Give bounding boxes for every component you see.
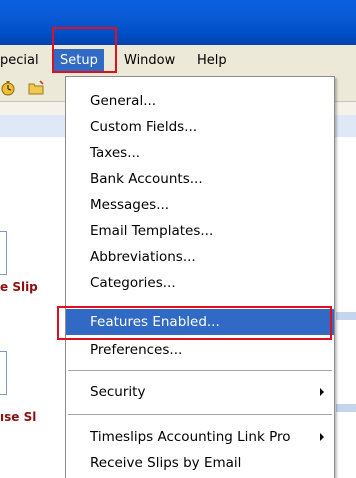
submenu-arrow-icon (320, 433, 324, 441)
menu-item-label: Abbreviations... (90, 249, 196, 265)
menu-item-label: General... (90, 93, 157, 109)
menu-item-label: Taxes... (90, 145, 141, 161)
menu-item-categories[interactable]: Categories... (66, 270, 334, 296)
menu-separator (68, 370, 332, 371)
menu-item-bank-accounts[interactable]: Bank Accounts... (66, 166, 334, 192)
menu-item-email-templates[interactable]: Email Templates... (66, 218, 334, 244)
menu-item-label: Email Templates... (90, 223, 214, 239)
annotation-highlight-setup (52, 27, 117, 73)
menu-item-preferences[interactable]: Preferences... (66, 337, 334, 363)
folder-icon[interactable] (28, 80, 45, 96)
screenshot-root: pecial Setup Window Help e Slip ıse Sl G (0, 0, 356, 478)
menu-item-label: Messages... (90, 197, 170, 213)
background-control[interactable] (0, 231, 7, 275)
menu-item-taxes[interactable]: Taxes... (66, 140, 334, 166)
background-bar (336, 404, 356, 412)
setup-dropdown-menu: General... Custom Fields... Taxes... Ban… (65, 76, 335, 478)
menu-item-receive-slips-by-email[interactable]: Receive Slips by Email (66, 450, 334, 476)
menu-item-custom-fields[interactable]: Custom Fields... (66, 114, 334, 140)
menu-help[interactable]: Help (197, 51, 227, 71)
background-label: e Slip (0, 280, 38, 294)
background-control[interactable] (0, 351, 7, 395)
menu-item-label: Timeslips Accounting Link Pro (90, 429, 291, 445)
menu-item-label: Categories... (90, 275, 176, 291)
menu-item-label: Bank Accounts... (90, 171, 203, 187)
background-label: ıse Sl (0, 410, 37, 424)
menu-item-label: Receive Slips by Email (90, 455, 242, 471)
submenu-arrow-icon (320, 388, 324, 396)
menu-special[interactable]: pecial (0, 51, 39, 71)
background-bar (336, 312, 356, 320)
menu-separator (68, 414, 332, 415)
menu-item-label: Custom Fields... (90, 119, 198, 135)
menu-item-timeslips-accounting-link-pro[interactable]: Timeslips Accounting Link Pro (66, 424, 334, 450)
background-right-strip (336, 138, 356, 478)
menu-item-label: Preferences... (90, 342, 183, 358)
menu-item-abbreviations[interactable]: Abbreviations... (66, 244, 334, 270)
menu-item-general[interactable]: General... (66, 88, 334, 114)
annotation-highlight-features-enabled (57, 306, 332, 340)
stopwatch-icon[interactable] (0, 80, 17, 96)
menu-window[interactable]: Window (124, 51, 175, 71)
menu-item-label: Security (90, 384, 146, 400)
menu-item-messages[interactable]: Messages... (66, 192, 334, 218)
menu-item-security[interactable]: Security (66, 379, 334, 405)
